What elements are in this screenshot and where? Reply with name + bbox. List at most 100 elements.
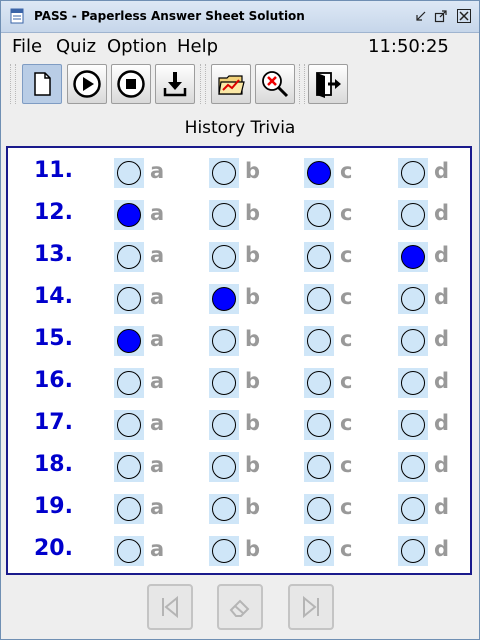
bubble-empty[interactable] [117,371,141,395]
answer-option-a[interactable]: a [114,326,172,356]
bubble-empty[interactable] [307,539,331,563]
bubble-empty[interactable] [212,539,236,563]
minimize-icon[interactable] [414,9,428,23]
answer-option-b[interactable]: b [209,452,267,482]
menu-option[interactable]: Option [107,36,167,57]
bubble-empty[interactable] [117,413,141,437]
bubble-empty[interactable] [307,203,331,227]
bubble-empty[interactable] [401,539,425,563]
answer-option-d[interactable]: d [398,200,456,230]
answer-option-a[interactable]: a [114,284,172,314]
answer-option-c[interactable]: c [304,200,362,230]
answer-option-a[interactable]: a [114,200,172,230]
bubble-filled[interactable] [117,203,141,227]
clear-search-button[interactable] [255,64,295,104]
answer-option-b[interactable]: b [209,410,267,440]
answer-option-b[interactable]: b [209,326,267,356]
last-page-button[interactable] [288,584,334,630]
bubble-filled[interactable] [117,329,141,353]
bubble-empty[interactable] [307,287,331,311]
answer-option-a[interactable]: a [114,536,172,566]
answer-option-d[interactable]: d [398,410,456,440]
bubble-empty[interactable] [212,329,236,353]
new-button[interactable] [22,64,62,104]
answer-option-c[interactable]: c [304,410,362,440]
bubble-empty[interactable] [401,329,425,353]
menu-quiz[interactable]: Quiz [56,36,96,57]
bubble-filled[interactable] [212,287,236,311]
title-bar[interactable]: PASS - Paperless Answer Sheet Solution [1,1,479,33]
bubble-empty[interactable] [401,371,425,395]
open-results-button[interactable] [211,64,251,104]
answer-option-b[interactable]: b [209,368,267,398]
answer-option-d[interactable]: d [398,536,456,566]
bubble-empty[interactable] [401,455,425,479]
answer-option-b[interactable]: b [209,536,267,566]
bubble-empty[interactable] [401,203,425,227]
answer-option-c[interactable]: c [304,368,362,398]
answer-option-b[interactable]: b [209,242,267,272]
answer-option-c[interactable]: c [304,326,362,356]
maximize-icon[interactable] [434,9,448,23]
answer-option-d[interactable]: d [398,158,456,188]
bubble-empty[interactable] [212,455,236,479]
answer-option-a[interactable]: a [114,410,172,440]
first-page-button[interactable] [147,584,193,630]
bubble-empty[interactable] [307,245,331,269]
answer-option-a[interactable]: a [114,242,172,272]
answer-option-c[interactable]: c [304,284,362,314]
answer-option-c[interactable]: c [304,536,362,566]
bubble-filled[interactable] [307,161,331,185]
answer-option-b[interactable]: b [209,200,267,230]
bubble-empty[interactable] [212,203,236,227]
answer-option-d[interactable]: d [398,326,456,356]
answer-option-c[interactable]: c [304,494,362,524]
bubble-empty[interactable] [307,455,331,479]
bubble-empty[interactable] [307,497,331,521]
bubble-empty[interactable] [401,497,425,521]
answer-option-a[interactable]: a [114,368,172,398]
close-icon[interactable] [457,9,471,23]
bubble-empty[interactable] [307,413,331,437]
bubble-empty[interactable] [117,455,141,479]
exit-button[interactable] [308,64,348,104]
bubble-empty[interactable] [212,161,236,185]
start-button[interactable] [67,64,107,104]
erase-button[interactable] [217,584,263,630]
answer-option-d[interactable]: d [398,242,456,272]
menu-help[interactable]: Help [177,36,218,57]
answer-option-c[interactable]: c [304,242,362,272]
bubble-empty[interactable] [401,413,425,437]
bubble-empty[interactable] [117,497,141,521]
download-button[interactable] [155,64,195,104]
answer-option-d[interactable]: d [398,494,456,524]
answer-option-d[interactable]: d [398,452,456,482]
stop-button[interactable] [111,64,151,104]
bubble-empty[interactable] [117,161,141,185]
answer-option-a[interactable]: a [114,494,172,524]
bubble-filled[interactable] [401,245,425,269]
menu-file[interactable]: File [12,36,42,57]
bubble-empty[interactable] [307,371,331,395]
answer-option-d[interactable]: d [398,284,456,314]
answer-option-c[interactable]: c [304,452,362,482]
bubble-empty[interactable] [212,497,236,521]
bubble-empty[interactable] [212,245,236,269]
bubble-empty[interactable] [401,161,425,185]
question-number: 16. [34,368,73,393]
toolbar-grip[interactable] [10,64,16,104]
bubble-empty[interactable] [307,329,331,353]
answer-option-b[interactable]: b [209,494,267,524]
answer-option-a[interactable]: a [114,158,172,188]
bubble-empty[interactable] [117,287,141,311]
bubble-empty[interactable] [117,539,141,563]
answer-option-b[interactable]: b [209,284,267,314]
bubble-empty[interactable] [212,371,236,395]
bubble-empty[interactable] [117,245,141,269]
answer-option-b[interactable]: b [209,158,267,188]
answer-option-a[interactable]: a [114,452,172,482]
answer-option-d[interactable]: d [398,368,456,398]
bubble-empty[interactable] [401,287,425,311]
answer-option-c[interactable]: c [304,158,362,188]
bubble-empty[interactable] [212,413,236,437]
